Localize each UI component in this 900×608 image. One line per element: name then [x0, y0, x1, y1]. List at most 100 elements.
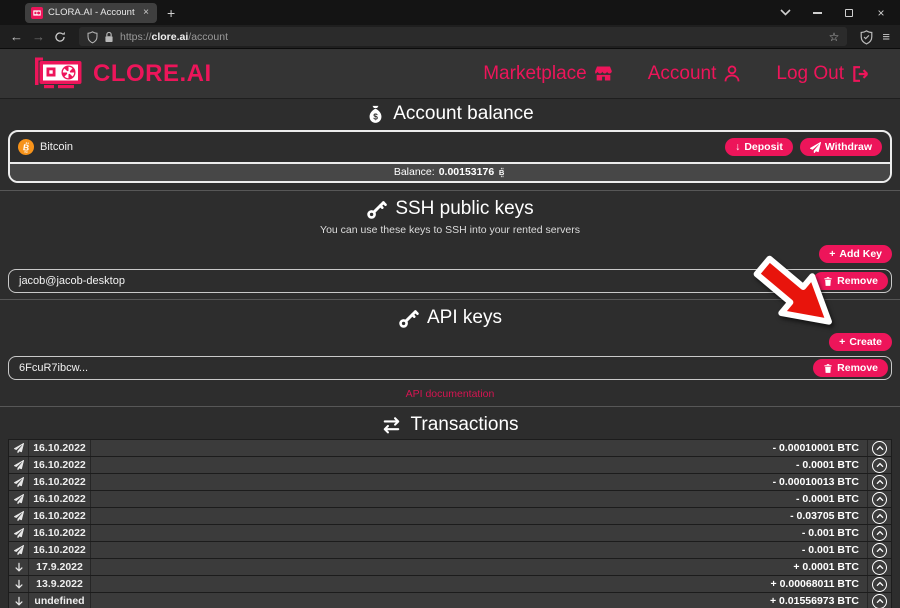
transaction-row: 16.10.2022 - 0.00010001 BTC — [9, 440, 891, 457]
withdrawal-paper-plane-icon — [14, 511, 24, 521]
deposit-down-arrow-icon — [14, 596, 24, 607]
transaction-date: 16.10.2022 — [29, 457, 91, 473]
transaction-row: 16.10.2022 - 0.001 BTC — [9, 525, 891, 542]
lock-icon[interactable] — [104, 31, 114, 43]
transaction-date: 16.10.2022 — [29, 508, 91, 524]
transaction-amount: + 0.0001 BTC — [91, 559, 868, 575]
tracking-shield-icon[interactable] — [87, 31, 98, 43]
transaction-type-cell — [9, 525, 29, 541]
withdrawal-paper-plane-icon — [14, 528, 24, 538]
reload-button[interactable] — [54, 31, 66, 43]
brand-name: CLORE.AI — [93, 60, 212, 88]
browser-tab[interactable]: CLORA.AI - Account × — [25, 3, 157, 23]
nav-marketplace[interactable]: Marketplace — [483, 63, 614, 85]
balance-label: Balance: — [394, 166, 435, 178]
window-minimize-button[interactable] — [804, 4, 830, 22]
transaction-row: 16.10.2022 - 0.00010013 BTC — [9, 474, 891, 491]
brand-logo[interactable]: CLORE.AI — [34, 55, 212, 93]
deposit-button[interactable]: ↓ Deposit — [725, 138, 793, 156]
chevron-up-icon — [876, 581, 884, 587]
transactions-section-title: Transactions — [0, 410, 900, 439]
browser-tab-strip: CLORA.AI - Account × + × — [0, 0, 900, 25]
gpu-logo-icon — [34, 55, 86, 93]
maximize-icon — [845, 9, 853, 17]
withdraw-button[interactable]: Withdraw — [800, 138, 882, 156]
api-documentation-link[interactable]: API documentation — [0, 386, 900, 403]
transaction-date: undefined — [29, 593, 91, 608]
permissions-shield-icon[interactable] — [860, 30, 873, 44]
transaction-date: 17.9.2022 — [29, 559, 91, 575]
menu-hamburger-icon[interactable]: ≡ — [882, 29, 890, 44]
ssh-key-name: jacob@jacob-desktop — [19, 275, 125, 287]
chevron-up-icon — [876, 598, 884, 604]
tab-list-chevron-down-icon[interactable] — [772, 4, 798, 22]
paper-plane-icon — [810, 142, 821, 153]
transactions-table: 16.10.2022 - 0.00010001 BTC 16.10.2022 — [8, 439, 892, 608]
transaction-type-cell — [9, 576, 29, 592]
transaction-date: 16.10.2022 — [29, 440, 91, 456]
transaction-amount: - 0.00010013 BTC — [91, 474, 868, 490]
forward-button[interactable]: → — [32, 30, 45, 43]
storefront-icon — [593, 63, 614, 84]
deposit-down-arrow-icon — [14, 562, 24, 573]
transaction-amount: - 0.0001 BTC — [91, 457, 868, 473]
chevron-up-icon — [876, 462, 884, 468]
expand-transaction-button[interactable] — [872, 492, 887, 507]
transaction-amount: - 0.0001 BTC — [91, 491, 868, 507]
window-maximize-button[interactable] — [836, 4, 862, 22]
transaction-amount: + 0.01556973 BTC — [91, 593, 868, 608]
withdrawal-paper-plane-icon — [14, 494, 24, 504]
transaction-row: 16.10.2022 - 0.0001 BTC — [9, 457, 891, 474]
nav-logout[interactable]: Log Out — [776, 63, 870, 85]
section-divider — [0, 406, 900, 407]
new-tab-button[interactable]: + — [167, 5, 175, 21]
transaction-type-cell — [9, 474, 29, 490]
remove-api-key-button[interactable]: Remove — [813, 359, 888, 377]
svg-text:$: $ — [373, 111, 378, 121]
add-key-button[interactable]: + Add Key — [819, 245, 892, 263]
transaction-type-cell — [9, 508, 29, 524]
address-input[interactable]: https://clore.ai/account ☆ — [79, 27, 847, 46]
api-section-title: API keys — [0, 303, 900, 332]
withdrawal-paper-plane-icon — [14, 477, 24, 487]
balance-section-title: $ Account balance — [0, 99, 900, 128]
back-button[interactable]: ← — [10, 30, 23, 43]
tab-close-icon[interactable]: × — [141, 7, 151, 18]
expand-transaction-button[interactable] — [872, 509, 887, 524]
withdrawal-paper-plane-icon — [14, 545, 24, 555]
main-nav: Marketplace Account Log Out — [483, 63, 870, 85]
logout-icon — [850, 64, 870, 84]
transaction-amount: + 0.00068011 BTC — [91, 576, 868, 592]
transaction-row: 13.9.2022 + 0.00068011 BTC — [9, 576, 891, 593]
balance-value-row: Balance: 0.00153176 B — [10, 162, 890, 181]
transaction-row: 16.10.2022 - 0.0001 BTC — [9, 491, 891, 508]
bitcoin-symbol-icon: B — [498, 167, 506, 178]
trash-icon — [823, 276, 833, 287]
remove-ssh-key-button[interactable]: Remove — [813, 272, 888, 290]
bookmark-star-icon[interactable]: ☆ — [829, 30, 840, 44]
chevron-up-icon — [876, 445, 884, 451]
expand-transaction-button[interactable] — [872, 526, 887, 541]
window-close-button[interactable]: × — [868, 4, 894, 22]
withdrawal-paper-plane-icon — [14, 460, 24, 470]
expand-transaction-button[interactable] — [872, 577, 887, 592]
transaction-type-cell — [9, 593, 29, 608]
expand-transaction-button[interactable] — [872, 475, 887, 490]
create-api-key-button[interactable]: + Create — [829, 333, 892, 351]
chevron-up-icon — [876, 547, 884, 553]
plus-icon: + — [839, 336, 845, 348]
balance-value: 0.00153176 — [439, 166, 494, 178]
expand-transaction-button[interactable] — [872, 458, 887, 473]
expand-transaction-button[interactable] — [872, 560, 887, 575]
page: CLORE.AI Marketplace Account Log Out — [0, 49, 900, 608]
ssh-section-title: SSH public keys — [0, 194, 900, 223]
plus-icon: + — [829, 248, 835, 260]
expand-transaction-button[interactable] — [872, 594, 887, 608]
transaction-type-cell — [9, 491, 29, 507]
expand-transaction-button[interactable] — [872, 543, 887, 558]
minimize-icon — [813, 12, 822, 14]
key-icon — [398, 308, 419, 329]
nav-account[interactable]: Account — [648, 63, 743, 85]
expand-transaction-button[interactable] — [872, 441, 887, 456]
close-icon: × — [877, 6, 884, 20]
